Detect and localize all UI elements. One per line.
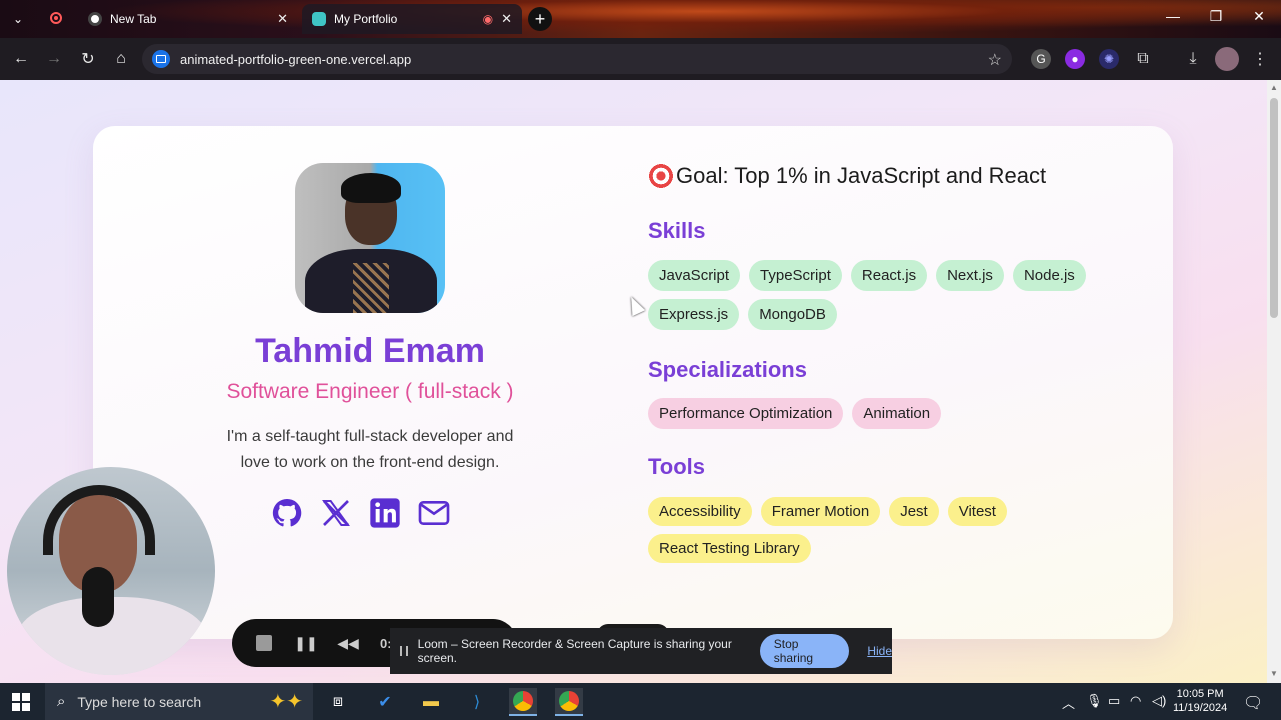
recording-dot-icon: ◉ xyxy=(482,12,494,26)
screen-share-notification: Loom – Screen Recorder & Screen Capture … xyxy=(390,628,892,674)
forward-icon[interactable]: → xyxy=(43,48,65,70)
email-icon[interactable] xyxy=(418,496,450,530)
wifi-icon[interactable]: ◠ xyxy=(1130,693,1141,709)
tool-chip: React Testing Library xyxy=(648,534,811,563)
clock-time: 10:05 PM xyxy=(1176,688,1224,700)
tab-strip: ⌄ New Tab ✕ My Portfolio ◉ ✕ + — ❐ ✕ xyxy=(0,0,1281,38)
skill-chip: Next.js xyxy=(936,260,1004,291)
skills-list: JavaScript TypeScript React.js Next.js N… xyxy=(648,260,1118,330)
pause-icon[interactable]: ❚❚ xyxy=(294,633,317,653)
search-placeholder: Type here to search xyxy=(77,693,202,710)
profile-avatar[interactable] xyxy=(1215,47,1239,71)
share-message: Loom – Screen Recorder & Screen Capture … xyxy=(417,637,732,665)
todo-app-icon[interactable]: ✔ xyxy=(371,688,399,716)
minimize-icon[interactable]: — xyxy=(1158,8,1188,24)
tab-search-button[interactable]: ⌄ xyxy=(6,8,30,30)
social-links xyxy=(271,496,450,530)
extensions-puzzle-icon[interactable]: ⧉ xyxy=(1133,49,1153,69)
scroll-up-icon[interactable]: ▲ xyxy=(1270,84,1278,92)
tab-new-tab[interactable]: New Tab ✕ xyxy=(78,4,298,34)
copilot-sparkle-icon[interactable]: ✦✦ xyxy=(269,689,303,714)
specialization-chip: Performance Optimization xyxy=(648,398,844,429)
windows-start-icon[interactable] xyxy=(12,693,30,711)
x-twitter-icon[interactable] xyxy=(320,496,352,530)
taskbar-clock[interactable]: 10:05 PM 11/19/2024 xyxy=(1173,687,1227,715)
tab-title: New Tab xyxy=(110,12,157,26)
profile-bio: I'm a self-taught full-stack developer a… xyxy=(226,428,514,471)
tab-title: My Portfolio xyxy=(334,12,398,26)
pause-icon xyxy=(400,646,408,656)
back-icon[interactable]: ← xyxy=(10,48,32,70)
battery-icon[interactable]: ▭ xyxy=(1108,693,1120,709)
stop-recording-button[interactable] xyxy=(254,633,274,653)
restore-icon[interactable]: ❐ xyxy=(1201,8,1231,25)
page-scrollbar[interactable]: ▲ ▼ xyxy=(1267,80,1281,683)
recording-indicator-icon xyxy=(50,12,62,24)
skill-chip: TypeScript xyxy=(749,260,842,291)
scroll-thumb[interactable] xyxy=(1270,98,1278,318)
home-icon[interactable]: ⌂ xyxy=(110,48,132,70)
clock-date: 11/19/2024 xyxy=(1173,702,1228,714)
new-tab-button[interactable]: + xyxy=(528,7,552,31)
file-explorer-icon[interactable]: ▬ xyxy=(417,688,445,716)
reload-icon[interactable]: ↻ xyxy=(77,48,99,70)
close-icon[interactable]: ✕ xyxy=(501,11,512,27)
target-icon xyxy=(648,163,674,189)
vscode-icon[interactable]: ⟩ xyxy=(463,688,491,716)
skill-chip: JavaScript xyxy=(648,260,741,291)
site-info-icon[interactable] xyxy=(152,50,170,68)
specializations-list: Performance Optimization Animation xyxy=(648,398,1118,429)
skill-chip: React.js xyxy=(850,260,928,291)
specializations-title: Specializations xyxy=(648,357,807,382)
portfolio-favicon-icon xyxy=(312,12,326,26)
close-icon[interactable]: ✕ xyxy=(277,11,288,27)
toolbar: ← → ↻ ⌂ animated-portfolio-green-one.ver… xyxy=(0,38,1281,80)
tool-chip: Jest xyxy=(889,497,939,526)
notification-icon[interactable]: 🗨 xyxy=(1243,693,1263,713)
tab-my-portfolio[interactable]: My Portfolio ◉ ✕ xyxy=(302,4,522,34)
tool-chip: Framer Motion xyxy=(760,497,881,526)
task-view-icon[interactable]: ⧈ xyxy=(324,688,352,716)
menu-kebab-icon[interactable]: ⋮ xyxy=(1250,49,1270,69)
goal-text: Goal: Top 1% in JavaScript and React xyxy=(676,163,1047,188)
taskbar-search[interactable]: ⌕ Type here to search ✦✦ xyxy=(45,683,313,720)
close-window-icon[interactable]: ✕ xyxy=(1244,8,1274,25)
profile-card: Tahmid Emam Software Engineer ( full-sta… xyxy=(93,126,1173,639)
tool-chip: Accessibility xyxy=(648,497,752,526)
windows-taskbar: ⌕ Type here to search ✦✦ ⧈ ✔ ▬ ⟩ ︿ 🎙 ▭ ◠… xyxy=(0,683,1281,720)
skills-title: Skills xyxy=(648,218,706,243)
profile-name: Tahmid Emam xyxy=(255,332,485,370)
extension-icon[interactable]: ✺ xyxy=(1099,49,1119,69)
github-icon[interactable] xyxy=(271,496,303,530)
specialization-chip: Animation xyxy=(852,398,942,429)
grammarly-extension-icon[interactable]: G xyxy=(1031,49,1051,69)
skill-chip: Node.js xyxy=(1012,260,1086,291)
extension-icon[interactable]: ● xyxy=(1065,49,1085,69)
profile-role: Software Engineer ( full-stack ) xyxy=(226,380,514,403)
linkedin-icon[interactable] xyxy=(369,496,401,530)
skill-chip: MongoDB xyxy=(748,299,837,330)
url-text[interactable]: animated-portfolio-green-one.vercel.app xyxy=(180,52,411,67)
goal-heading: Goal: Top 1% in JavaScript and React xyxy=(648,163,1046,189)
tools-list: Accessibility Framer Motion Jest Vitest … xyxy=(648,497,1118,563)
loom-webcam-bubble[interactable] xyxy=(7,467,215,675)
chrome-taskbar-icon[interactable] xyxy=(555,688,583,716)
chrome-icon xyxy=(88,12,102,26)
skill-chip: Express.js xyxy=(648,299,740,330)
tool-chip: Vitest xyxy=(947,497,1007,526)
microphone-icon[interactable]: 🎙 xyxy=(1086,693,1103,709)
rewind-icon[interactable]: ◀◀ xyxy=(337,633,359,653)
tools-title: Tools xyxy=(648,454,706,479)
address-bar[interactable]: animated-portfolio-green-one.vercel.app … xyxy=(142,44,1012,74)
volume-icon[interactable]: ◁) xyxy=(1152,693,1166,709)
scroll-down-icon[interactable]: ▼ xyxy=(1270,670,1278,678)
bookmark-star-icon[interactable]: ☆ xyxy=(988,50,1002,70)
download-icon[interactable]: ⤓ xyxy=(1183,49,1203,69)
hide-link[interactable]: Hide xyxy=(867,644,892,658)
stop-sharing-button[interactable]: Stop sharing xyxy=(759,634,850,668)
chevron-up-icon[interactable]: ︿ xyxy=(1062,693,1075,712)
search-icon: ⌕ xyxy=(57,693,66,710)
chrome-taskbar-icon[interactable] xyxy=(509,688,537,716)
profile-photo xyxy=(295,163,445,313)
